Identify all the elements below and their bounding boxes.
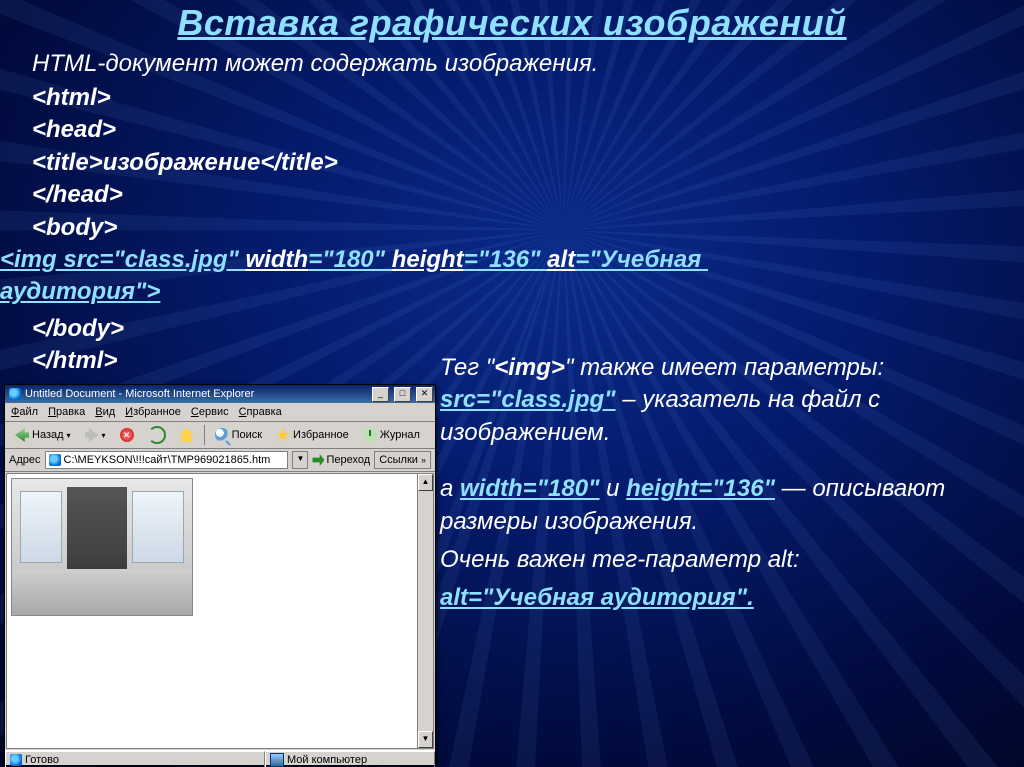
menu-file[interactable]: Файл <box>11 406 38 418</box>
history-icon <box>363 428 377 442</box>
browser-window: Untitled Document - Microsoft Internet E… <box>4 384 436 766</box>
back-button[interactable]: Назад ▾ <box>11 426 75 444</box>
vertical-scrollbar[interactable]: ▲ ▼ <box>417 474 433 748</box>
back-icon <box>15 428 29 442</box>
address-bar: Адрес C:\MEYKSON\!!!сайт\TMP969021865.ht… <box>5 449 435 472</box>
ie-icon <box>10 754 22 766</box>
refresh-icon <box>148 426 166 444</box>
code-line: <title>изображение</title> <box>32 147 338 179</box>
slide: Вставка графических изображений HTML-док… <box>0 0 1024 767</box>
links-button[interactable]: Ссылки » <box>374 451 431 469</box>
favorites-button[interactable]: Избранное <box>272 426 353 444</box>
search-label: Поиск <box>232 429 262 441</box>
search-button[interactable]: Поиск <box>211 426 266 444</box>
address-input[interactable]: C:\MEYKSON\!!!сайт\TMP969021865.htm <box>45 451 289 469</box>
chevron-down-icon: ▾ <box>102 431 106 440</box>
search-icon <box>215 428 229 442</box>
home-button[interactable] <box>176 426 198 444</box>
text-highlight: alt="Учебная аудитория". <box>440 584 754 611</box>
code-text: ="Учебная <box>575 246 708 273</box>
chevron-right-icon: » <box>421 455 426 465</box>
text: Тег " <box>440 354 494 381</box>
minimize-button[interactable]: _ <box>372 387 389 402</box>
text-bold: <img> <box>494 354 565 381</box>
forward-icon <box>85 428 99 442</box>
code-line: </head> <box>32 179 338 211</box>
text-highlight: width="180" <box>460 475 599 502</box>
code-close: </body> </html> <box>32 313 124 378</box>
page-title: Вставка графических изображений <box>0 0 1024 44</box>
code-text: аудитория"> <box>0 278 160 305</box>
address-label: Адрес <box>9 454 41 466</box>
code-line: <body> <box>32 212 338 244</box>
star-icon <box>276 428 290 442</box>
code-line: </html> <box>32 345 124 377</box>
code-keyword: height <box>392 246 464 273</box>
window-title: Untitled Document - Microsoft Internet E… <box>25 388 254 400</box>
text: а <box>440 475 460 502</box>
code-text: <img src="class.jpg" <box>0 246 246 273</box>
menubar: Файл Правка Вид Избранное Сервис Справка <box>5 403 435 422</box>
favorites-label: Избранное <box>293 429 349 441</box>
text: Очень важен тег-параметр alt: <box>440 544 1000 576</box>
toolbar: Назад ▾ ▾ Поиск Избранное Журнал <box>5 422 435 449</box>
viewport: ▲ ▼ <box>6 473 434 749</box>
go-icon <box>312 454 324 466</box>
classroom-image <box>11 478 193 616</box>
titlebar: Untitled Document - Microsoft Internet E… <box>5 385 435 403</box>
menu-tools[interactable]: Сервис <box>191 406 229 418</box>
statusbar: Готово Мой компьютер <box>5 750 435 767</box>
history-label: Журнал <box>380 429 420 441</box>
ie-icon <box>9 388 21 400</box>
text-highlight: height="136" <box>626 475 775 502</box>
scroll-down-button[interactable]: ▼ <box>418 731 433 748</box>
code-line: <head> <box>32 114 338 146</box>
history-button[interactable]: Журнал <box>359 426 424 444</box>
status-ready: Готово <box>25 754 59 766</box>
home-icon <box>180 428 194 442</box>
ie-icon <box>49 454 61 466</box>
code-text: ="180" <box>308 246 391 273</box>
go-label: Переход <box>326 454 370 466</box>
code-line: </body> <box>32 313 124 345</box>
text: " также имеет параметры: <box>565 354 884 381</box>
menu-view[interactable]: Вид <box>95 406 115 418</box>
stop-button[interactable] <box>116 426 138 444</box>
maximize-button[interactable]: □ <box>394 387 411 402</box>
links-label: Ссылки <box>379 454 418 466</box>
text-highlight: src="class.jpg" <box>440 386 616 413</box>
stop-icon <box>120 428 134 442</box>
go-button[interactable]: Переход <box>312 454 370 466</box>
menu-edit[interactable]: Правка <box>48 406 85 418</box>
menu-help[interactable]: Справка <box>239 406 282 418</box>
text: и <box>599 475 626 502</box>
code-text: ="136" <box>464 246 547 273</box>
refresh-button[interactable] <box>144 424 170 446</box>
computer-icon <box>270 753 284 767</box>
address-value: C:\MEYKSON\!!!сайт\TMP969021865.htm <box>64 454 271 466</box>
status-zone: Мой компьютер <box>287 754 367 766</box>
code-img-line: <img src="class.jpg" width="180" height=… <box>0 244 708 309</box>
code-line: <html> <box>32 82 338 114</box>
menu-favorites[interactable]: Избранное <box>125 406 181 418</box>
forward-button[interactable]: ▾ <box>81 426 110 444</box>
description: Тег "<img>" также имеет параметры: src="… <box>440 352 1000 621</box>
chevron-down-icon: ▾ <box>67 431 71 440</box>
separator <box>204 425 205 445</box>
intro-text: HTML-документ может содержать изображени… <box>32 50 598 78</box>
address-dropdown[interactable]: ▼ <box>292 451 308 469</box>
close-button[interactable]: ✕ <box>416 387 433 402</box>
code-keyword: alt <box>547 246 575 273</box>
back-label: Назад <box>32 429 64 441</box>
code-block: <html> <head> <title>изображение</title>… <box>32 82 338 244</box>
code-keyword: width <box>246 246 309 273</box>
scroll-up-button[interactable]: ▲ <box>418 474 433 491</box>
